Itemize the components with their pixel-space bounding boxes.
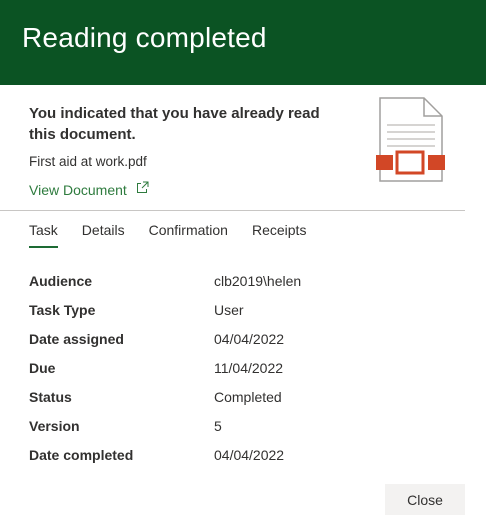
tab-task[interactable]: Task	[29, 222, 58, 248]
detail-label: Date completed	[29, 447, 134, 463]
detail-row-status: Status Completed	[29, 389, 449, 418]
detail-label: Date assigned	[29, 331, 124, 347]
detail-label: Version	[29, 418, 80, 434]
detail-value: 04/04/2022	[214, 447, 285, 463]
dialog-header: Reading completed	[0, 0, 486, 85]
external-link-icon	[136, 181, 149, 194]
detail-label: Task Type	[29, 302, 96, 318]
view-document-label: View Document	[29, 182, 127, 198]
view-document-link[interactable]: View Document	[29, 181, 149, 198]
detail-label: Audience	[29, 273, 93, 289]
detail-value: User	[214, 302, 244, 318]
detail-value: 04/04/2022	[214, 331, 285, 347]
detail-value: 5	[214, 418, 222, 434]
detail-value: 11/04/2022	[214, 360, 284, 376]
tab-confirmation[interactable]: Confirmation	[149, 222, 228, 248]
dialog-title: Reading completed	[22, 22, 267, 53]
close-button[interactable]: Close	[385, 484, 465, 515]
detail-row-audience: Audience clb2019\helen	[29, 273, 449, 302]
document-filename: First aid at work.pdf	[29, 154, 147, 169]
detail-value: Completed	[214, 389, 282, 405]
detail-label: Status	[29, 389, 72, 405]
tab-receipts[interactable]: Receipts	[252, 222, 306, 248]
detail-row-task-type: Task Type User	[29, 302, 449, 331]
detail-row-due: Due 11/04/2022	[29, 360, 449, 389]
tab-details[interactable]: Details	[82, 222, 125, 248]
task-details-list: Audience clb2019\helen Task Type User Da…	[29, 273, 449, 476]
document-icon	[373, 97, 447, 185]
detail-row-date-completed: Date completed 04/04/2022	[29, 447, 449, 476]
tab-bar: Task Details Confirmation Receipts	[29, 222, 330, 248]
section-divider	[0, 210, 465, 211]
completion-message: You indicated that you have already read…	[29, 105, 320, 143]
detail-value: clb2019\helen	[214, 273, 302, 289]
detail-label: Due	[29, 360, 56, 376]
detail-row-version: Version 5	[29, 418, 449, 447]
detail-row-date-assigned: Date assigned 04/04/2022	[29, 331, 449, 360]
